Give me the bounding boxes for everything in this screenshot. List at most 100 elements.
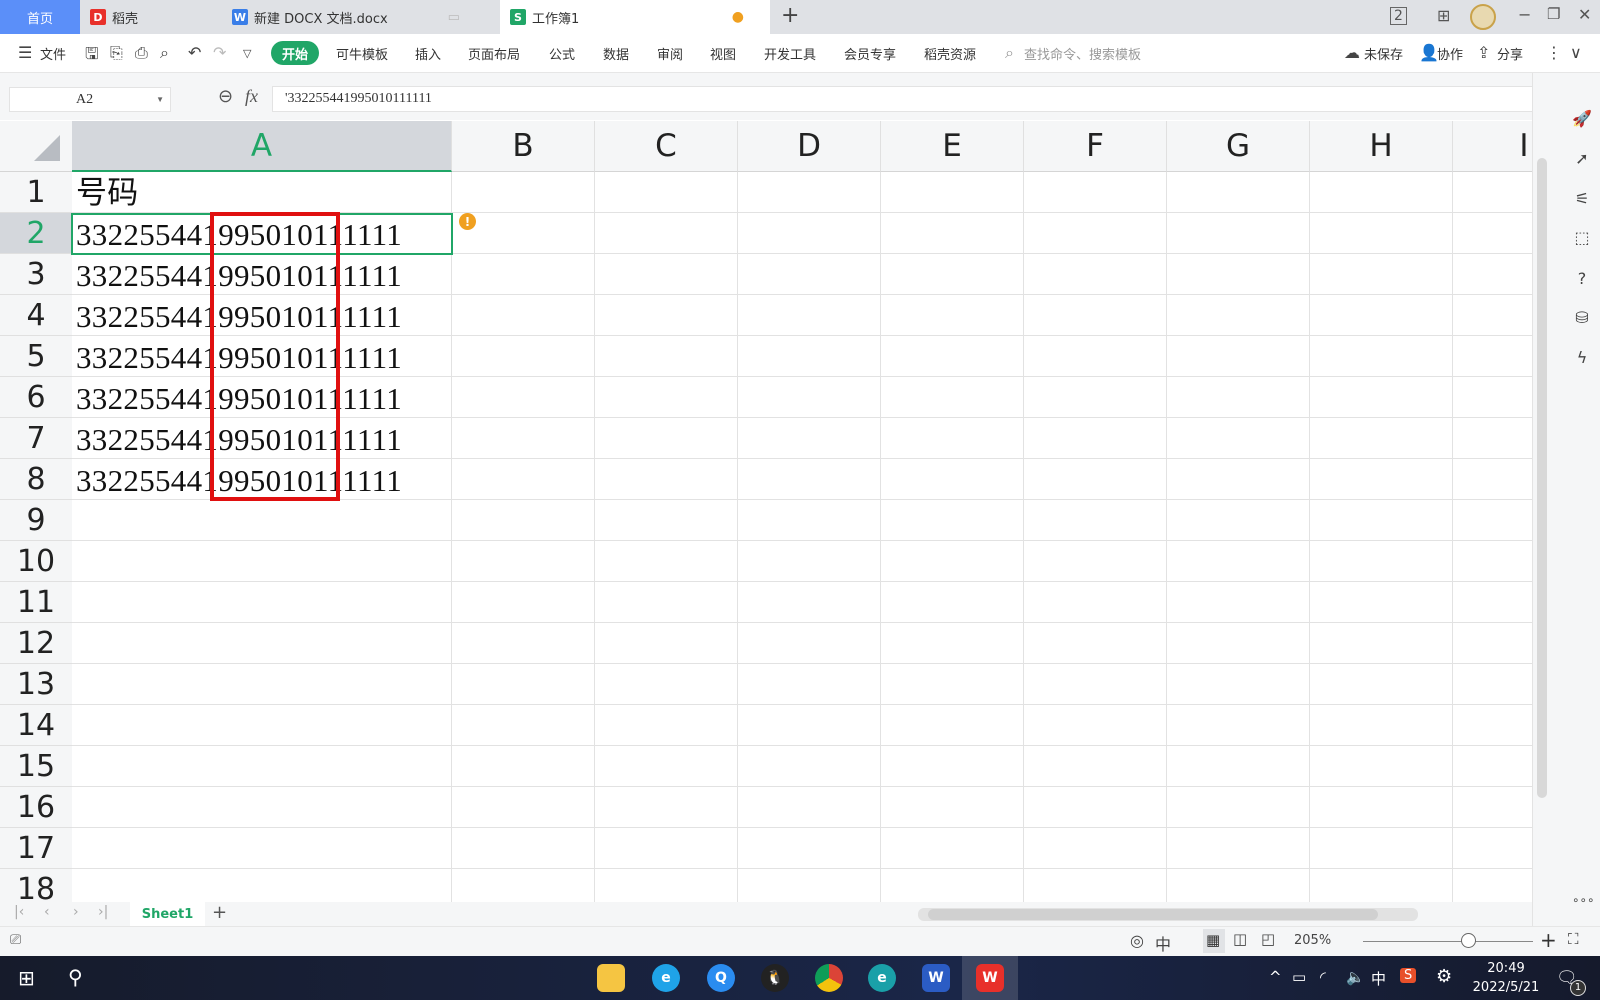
- help-icon[interactable]: ?: [1572, 269, 1592, 288]
- column-header-h[interactable]: H: [1310, 121, 1453, 172]
- read-mode-icon[interactable]: 中: [1155, 931, 1171, 955]
- volume-icon[interactable]: 🔈: [1346, 968, 1365, 986]
- row-header-17[interactable]: 17: [0, 828, 72, 869]
- tab-start[interactable]: 开始: [271, 41, 319, 65]
- search-icon[interactable]: ⚲: [68, 965, 83, 989]
- zoom-in-icon[interactable]: +: [1540, 928, 1557, 952]
- word-icon[interactable]: W: [922, 964, 950, 992]
- chrome-icon[interactable]: [815, 964, 843, 992]
- transform-icon[interactable]: ⬚: [1572, 228, 1592, 247]
- zoom-formula-icon[interactable]: ⊖: [218, 86, 233, 107]
- eye-protection-icon[interactable]: ◎: [1130, 931, 1144, 950]
- restore-icon[interactable]: ❐: [1547, 5, 1560, 23]
- qq-browser-icon[interactable]: Q: [707, 964, 735, 992]
- tab-developer[interactable]: 开发工具: [764, 44, 816, 63]
- settings-sliders-icon[interactable]: ⚟: [1572, 189, 1592, 208]
- ie-browser-icon[interactable]: e: [652, 964, 680, 992]
- redo-icon[interactable]: ↷: [213, 43, 226, 62]
- print-preview-icon[interactable]: ⌕: [160, 43, 169, 63]
- zoom-level[interactable]: 205%: [1294, 933, 1331, 948]
- clock[interactable]: 20:49 2022/5/21: [1466, 959, 1546, 997]
- close-icon[interactable]: ✕: [1578, 5, 1591, 24]
- column-header-g[interactable]: G: [1167, 121, 1310, 172]
- tab-templates[interactable]: 可牛模板: [336, 44, 388, 63]
- more-dropdown-icon[interactable]: ▽: [243, 47, 251, 60]
- row-header-4[interactable]: 4: [0, 295, 72, 336]
- error-warning-icon[interactable]: !: [459, 213, 476, 230]
- avatar[interactable]: [1470, 4, 1496, 30]
- tab-formulas[interactable]: 公式: [549, 44, 575, 63]
- edge-icon[interactable]: e: [868, 964, 896, 992]
- select-cursor-icon[interactable]: ➚: [1572, 149, 1592, 168]
- fx-icon[interactable]: fx: [245, 86, 258, 107]
- vertical-scrollbar[interactable]: [1537, 158, 1547, 798]
- rocket-icon[interactable]: 🚀: [1572, 109, 1592, 128]
- windows-start-icon[interactable]: ⊞: [18, 966, 35, 990]
- share-button[interactable]: 分享: [1497, 44, 1523, 63]
- menu-icon[interactable]: ☰: [18, 43, 32, 62]
- cell-a1-header[interactable]: 号码: [76, 172, 139, 213]
- row-header-10[interactable]: 10: [0, 541, 72, 582]
- row-header-9[interactable]: 9: [0, 500, 72, 541]
- select-all-button[interactable]: [0, 121, 72, 172]
- apps-grid-icon[interactable]: ⊞: [1437, 6, 1450, 25]
- window-count-icon[interactable]: 2: [1390, 7, 1407, 25]
- export-icon[interactable]: ⎘: [110, 43, 123, 63]
- page-break-view-icon[interactable]: ◫: [1233, 930, 1247, 948]
- backup-icon[interactable]: ⛁: [1572, 308, 1592, 327]
- tab-docer[interactable]: D 稻壳: [80, 0, 220, 34]
- horizontal-scrollbar[interactable]: [918, 908, 1418, 921]
- row-header-2[interactable]: 2: [0, 213, 72, 254]
- row-header-1[interactable]: 1: [0, 172, 72, 213]
- first-sheet-icon[interactable]: |‹: [14, 904, 24, 920]
- battery-icon[interactable]: ▭: [1292, 968, 1306, 986]
- zoom-slider-thumb[interactable]: [1461, 933, 1477, 948]
- sogou-icon[interactable]: S: [1400, 968, 1417, 983]
- tab-member[interactable]: 会员专享: [844, 44, 896, 63]
- wifi-icon[interactable]: ◜: [1320, 968, 1326, 986]
- settings-gear-icon[interactable]: ⚙: [1436, 966, 1452, 987]
- sheet-tab-sheet1[interactable]: Sheet1: [130, 902, 205, 926]
- more-dots-icon[interactable]: ∘∘∘: [1572, 893, 1595, 907]
- tab-docer-resources[interactable]: 稻壳资源: [924, 44, 976, 63]
- name-box[interactable]: A2 ▼: [9, 87, 171, 112]
- tray-expand-icon[interactable]: ^: [1269, 968, 1282, 986]
- tab-view[interactable]: 视图: [710, 44, 736, 63]
- tab-home[interactable]: 首页: [0, 0, 80, 34]
- macro-js-icon[interactable]: ⎚: [10, 932, 21, 948]
- row-header-14[interactable]: 14: [0, 705, 72, 746]
- column-header-i[interactable]: I: [1453, 121, 1532, 172]
- row-header-11[interactable]: 11: [0, 582, 72, 623]
- command-search-input[interactable]: 查找命令、搜索模板: [1024, 44, 1141, 63]
- tab-insert[interactable]: 插入: [415, 44, 441, 63]
- row-header-15[interactable]: 15: [0, 746, 72, 787]
- qq-penguin-icon[interactable]: 🐧: [761, 964, 789, 992]
- file-explorer-icon[interactable]: [597, 964, 625, 992]
- column-header-c[interactable]: C: [595, 121, 738, 172]
- fullscreen-icon[interactable]: ⛶: [1568, 930, 1579, 948]
- minimize-icon[interactable]: −: [1518, 5, 1531, 24]
- column-header-e[interactable]: E: [881, 121, 1024, 172]
- save-icon[interactable]: 🖫: [85, 43, 99, 70]
- add-sheet-icon[interactable]: +: [212, 902, 227, 923]
- normal-view-button[interactable]: ▦: [1203, 929, 1225, 953]
- row-header-18[interactable]: 18: [0, 869, 72, 902]
- file-menu[interactable]: 文件: [40, 44, 66, 63]
- horizontal-scroll-thumb[interactable]: [928, 909, 1378, 920]
- column-header-f[interactable]: F: [1024, 121, 1167, 172]
- column-header-d[interactable]: D: [738, 121, 881, 172]
- prev-sheet-icon[interactable]: ‹: [44, 904, 50, 920]
- tab-page-layout[interactable]: 页面布局: [468, 44, 520, 63]
- row-header-13[interactable]: 13: [0, 664, 72, 705]
- collab-button[interactable]: 协作: [1437, 44, 1463, 63]
- collapse-ribbon-icon[interactable]: ∨: [1570, 43, 1582, 62]
- column-header-b[interactable]: B: [452, 121, 595, 172]
- next-sheet-icon[interactable]: ›: [73, 904, 79, 920]
- row-header-6[interactable]: 6: [0, 377, 72, 418]
- row-header-5[interactable]: 5: [0, 336, 72, 377]
- tab-review[interactable]: 审阅: [657, 44, 683, 63]
- row-header-8[interactable]: 8: [0, 459, 72, 500]
- unsaved-status[interactable]: 未保存: [1364, 44, 1403, 63]
- page-layout-view-icon[interactable]: ◰: [1261, 930, 1275, 948]
- tab-docx[interactable]: W 新建 DOCX 文档.docx ▭: [222, 0, 498, 34]
